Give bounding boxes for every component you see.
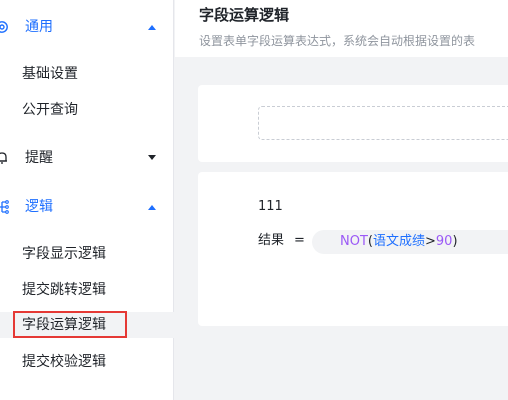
bell-icon — [0, 152, 7, 164]
sidebar-item-basic-settings[interactable]: 基础设置 — [0, 61, 174, 87]
sidebar-group-logic[interactable]: 逻辑 — [0, 195, 174, 219]
sidebar-group-reminder[interactable]: 提醒 — [0, 146, 174, 170]
sidebar-item-label: 提交校验逻辑 — [22, 354, 106, 370]
equals-sign: = — [294, 233, 305, 248]
sidebar-group-reminder-label: 提醒 — [25, 150, 53, 166]
formula-operator: > — [425, 234, 436, 249]
formula-field-ref: 语文成绩 — [372, 234, 425, 249]
add-rule-dropzone[interactable] — [258, 106, 508, 140]
rule-card[interactable]: 111 结果 = NOT(语文成绩>90) — [198, 172, 508, 326]
sidebar-item-label: 基础设置 — [22, 66, 78, 82]
page-description: 设置表单字段运算表达式，系统会自动根据设置的表 — [199, 34, 476, 48]
formula-function: NOT — [340, 234, 368, 249]
formula-close-paren: ) — [452, 234, 458, 249]
gear-icon — [0, 21, 8, 33]
sidebar: 通用 基础设置 公开查询 提醒 逻辑 字段显示逻辑 提交跳转逻辑 字段运算逻辑 … — [0, 0, 174, 400]
formula-expression: NOT(语文成绩>90) — [340, 233, 458, 251]
page-header: 字段运算逻辑 设置表单字段运算表达式，系统会自动根据设置的表 — [175, 0, 508, 57]
page-title: 字段运算逻辑 — [199, 6, 290, 24]
formula-number: 90 — [435, 234, 453, 249]
flow-icon — [0, 200, 9, 214]
chevron-up-icon — [148, 205, 156, 210]
sidebar-group-logic-label: 逻辑 — [25, 199, 53, 215]
sidebar-group-general[interactable]: 通用 — [0, 15, 174, 39]
sidebar-item-public-query[interactable]: 公开查询 — [0, 97, 174, 123]
sidebar-group-general-label: 通用 — [25, 19, 53, 35]
sidebar-item-field-calc-logic[interactable]: 字段运算逻辑 — [0, 312, 174, 338]
sidebar-item-field-display-logic[interactable]: 字段显示逻辑 — [0, 241, 174, 267]
chevron-up-icon — [148, 25, 156, 30]
sidebar-item-label: 公开查询 — [22, 102, 78, 118]
rule-name: 111 — [258, 199, 283, 214]
chevron-down-icon — [148, 155, 156, 160]
formula-expression-field[interactable]: NOT(语文成绩>90) — [312, 230, 508, 254]
sidebar-item-label: 提交跳转逻辑 — [22, 282, 106, 298]
sidebar-item-label: 字段运算逻辑 — [22, 317, 106, 333]
sidebar-item-label: 字段显示逻辑 — [22, 246, 106, 262]
add-rule-card — [198, 85, 508, 162]
result-label: 结果 — [258, 233, 285, 248]
sidebar-item-submit-jump-logic[interactable]: 提交跳转逻辑 — [0, 277, 174, 303]
sidebar-item-submit-validation-logic[interactable]: 提交校验逻辑 — [0, 349, 174, 375]
